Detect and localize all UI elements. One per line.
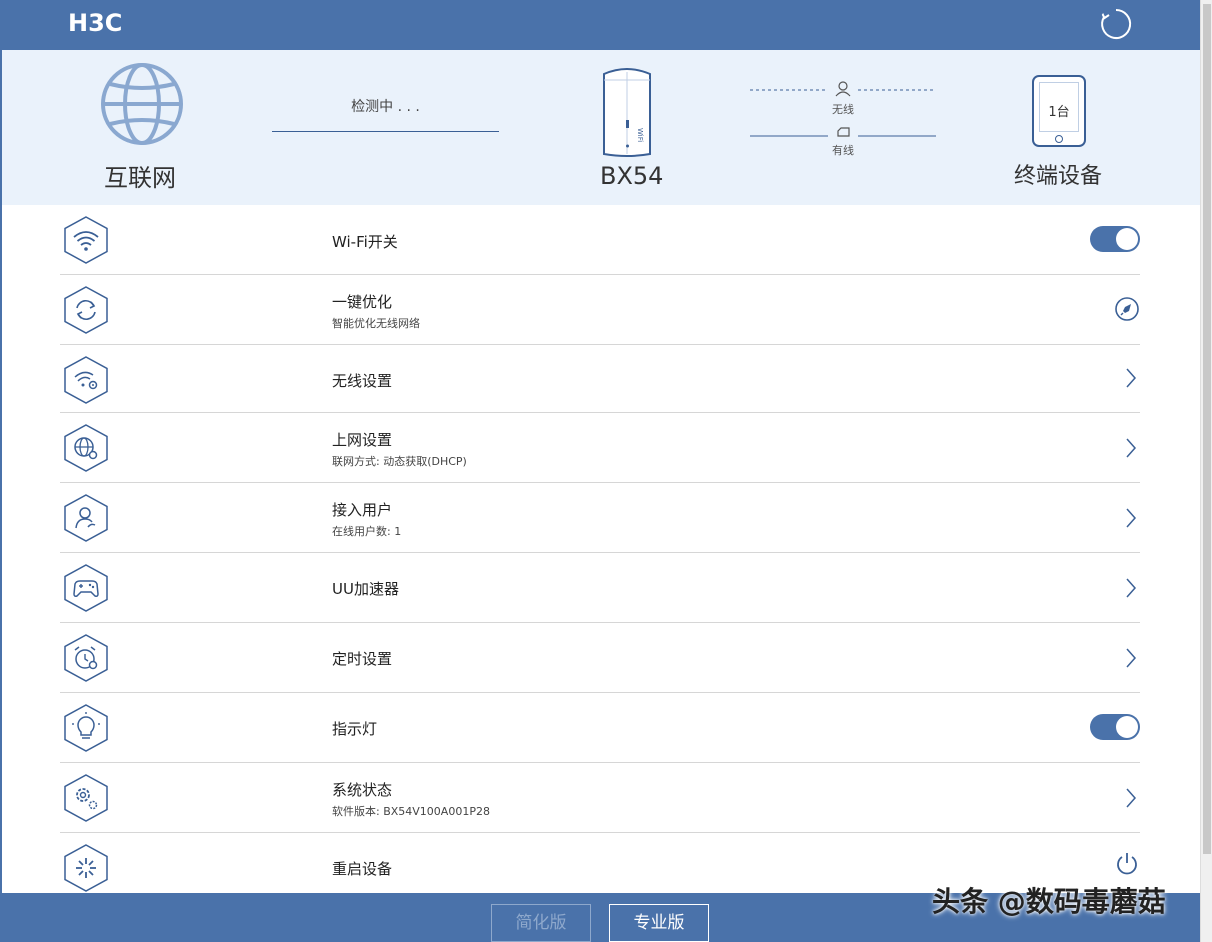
wan-status-text: 检测中 . . . [351, 99, 420, 115]
restart-icon [64, 844, 108, 892]
h3c-logo: H3C [68, 9, 123, 37]
scrollbar-thumb[interactable] [1203, 4, 1211, 854]
menu-list: Wi-Fi开关 一键优化 智能优化无线网络 无线设置 上网设置 联网方式: 动态… [60, 205, 1140, 903]
terminal-count: 1台 [1048, 105, 1070, 120]
top-bar: H3C [2, 0, 1200, 50]
alarm-icon [64, 634, 108, 682]
pro-version-button[interactable]: 专业版 [609, 904, 709, 942]
network-topology: 互联网 检测中 . . . WiFi BX54 无线 有线 1台 终端设备 [2, 50, 1200, 205]
menu-item-subtitle: 联网方式: 动态获取(DHCP) [332, 455, 467, 468]
menu-item-uu-accelerator[interactable]: UU加速器 [60, 553, 1140, 623]
menu-item-title: 无线设置 [332, 372, 393, 390]
user-icon [64, 494, 108, 542]
menu-item-title: 上网设置 [332, 431, 393, 449]
router-admin-app: H3C 互联网 检测中 . . . WiFi BX54 无线 有线 1台 终端设… [0, 0, 1212, 942]
internet-label: 互联网 [104, 164, 176, 192]
menu-item-internet-settings[interactable]: 上网设置 联网方式: 动态获取(DHCP) [60, 413, 1140, 483]
menu-item-title: 一键优化 [332, 293, 393, 311]
chevron-right-icon [1126, 788, 1137, 808]
gamepad-icon [64, 564, 108, 612]
menu-item-title: 系统状态 [332, 781, 393, 799]
menu-item-title: 指示灯 [332, 720, 378, 738]
chevron-right-icon [1126, 578, 1137, 598]
menu-item-title: Wi-Fi开关 [332, 233, 398, 251]
menu-item-wireless-settings[interactable]: 无线设置 [60, 345, 1140, 413]
menu-item-title: 重启设备 [332, 860, 393, 878]
menu-item-subtitle: 智能优化无线网络 [332, 317, 420, 330]
terminal-device-icon[interactable]: 1台 [1032, 75, 1086, 147]
wireless-label: 无线 [832, 103, 854, 116]
lightbulb-icon [64, 704, 108, 752]
simple-version-button[interactable]: 简化版 [491, 904, 591, 942]
device-badge: WiFi [636, 128, 644, 142]
chevron-right-icon [1126, 438, 1137, 458]
wifi-settings-icon [64, 356, 108, 404]
watermark-text: 头条 @数码毒蘑菇 [932, 885, 1166, 918]
chevron-right-icon [1126, 648, 1137, 668]
wan-connection-line [272, 131, 499, 132]
vertical-scrollbar[interactable] [1200, 0, 1212, 942]
menu-item-title: 定时设置 [332, 650, 393, 668]
rocket-icon[interactable] [1114, 296, 1140, 322]
menu-item-title: UU加速器 [332, 580, 399, 598]
wifi-toggle[interactable] [1090, 226, 1140, 252]
chevron-right-icon [1126, 368, 1137, 388]
menu-item-subtitle: 软件版本: BX54V100A001P28 [332, 805, 490, 818]
menu-item-subtitle: 在线用户数: 1 [332, 525, 402, 538]
wired-label: 有线 [832, 144, 854, 157]
menu-item-title: 接入用户 [332, 501, 393, 519]
power-icon[interactable] [1114, 851, 1140, 877]
terminal-label: 终端设备 [1014, 164, 1103, 189]
menu-item-schedule-settings[interactable]: 定时设置 [60, 623, 1140, 693]
indicator-light-toggle[interactable] [1090, 714, 1140, 740]
menu-item-one-click-optimize[interactable]: 一键优化 智能优化无线网络 [60, 275, 1140, 345]
refresh-icon[interactable] [1099, 7, 1133, 41]
router-device-icon[interactable]: WiFi [600, 66, 654, 158]
wifi-icon [64, 216, 108, 264]
chevron-right-icon [1126, 508, 1137, 528]
globe-settings-icon [64, 424, 108, 472]
globe-icon[interactable] [100, 62, 184, 146]
menu-item-wifi-switch[interactable]: Wi-Fi开关 [60, 205, 1140, 275]
system-gear-icon [64, 774, 108, 822]
optimize-icon [64, 286, 108, 334]
menu-item-connected-users[interactable]: 接入用户 在线用户数: 1 [60, 483, 1140, 553]
menu-item-indicator-light[interactable]: 指示灯 [60, 693, 1140, 763]
menu-item-system-status[interactable]: 系统状态 软件版本: BX54V100A001P28 [60, 763, 1140, 833]
device-name: BX54 [600, 162, 664, 190]
